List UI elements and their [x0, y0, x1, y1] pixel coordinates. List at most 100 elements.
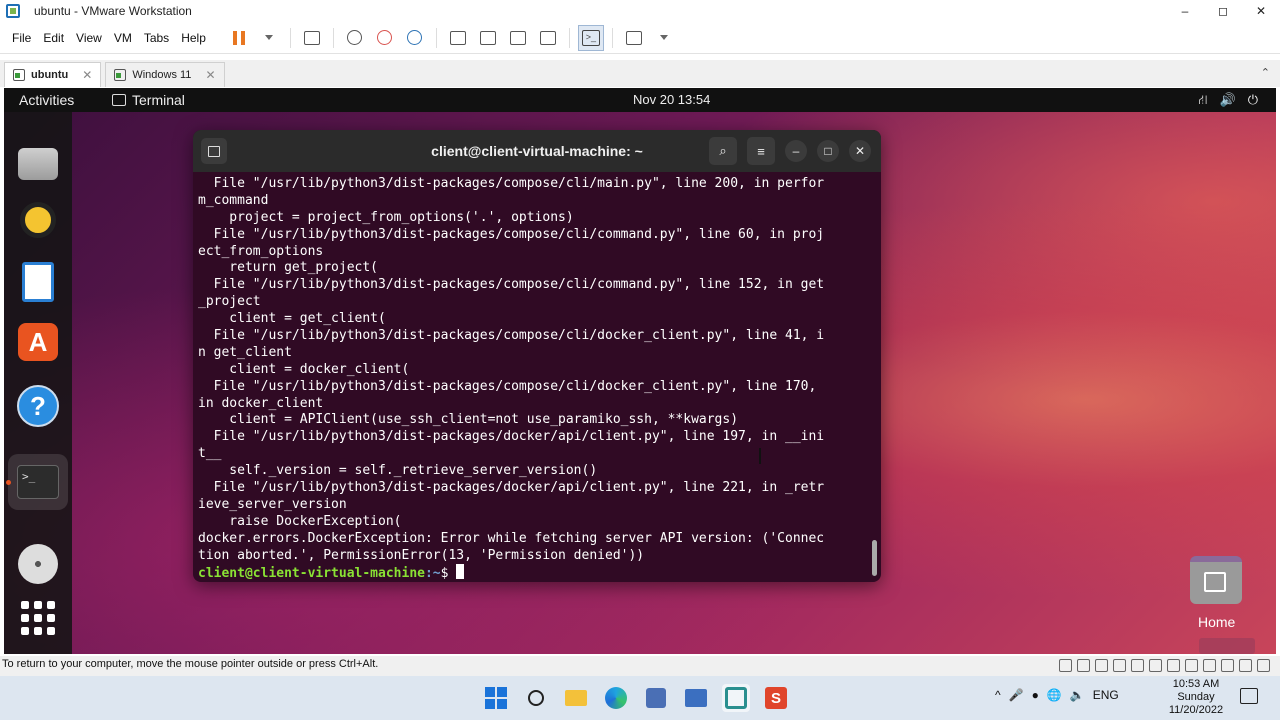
- app-menu[interactable]: Terminal: [112, 92, 185, 108]
- search-icon[interactable]: ⌕: [709, 137, 737, 165]
- cd-icon[interactable]: [1077, 659, 1090, 672]
- network-app-button[interactable]: [682, 684, 710, 712]
- scrollbar[interactable]: [872, 540, 877, 576]
- menu-file[interactable]: File: [6, 31, 37, 45]
- edge-button[interactable]: [602, 684, 630, 712]
- menu-edit[interactable]: Edit: [37, 31, 70, 45]
- unity-button[interactable]: [535, 25, 561, 51]
- tab-windows-11[interactable]: Windows 11 ✕: [105, 62, 225, 87]
- system-menu[interactable]: ⛙ 🔊 ⏻: [1198, 92, 1258, 110]
- globe-icon[interactable]: 🌐: [1047, 688, 1062, 702]
- stretch-button[interactable]: [621, 25, 647, 51]
- terminal-window[interactable]: client@client-virtual-machine: ~ ⌕ ≡ – □…: [193, 130, 881, 582]
- tab-ubuntu[interactable]: ubuntu ✕: [4, 62, 102, 87]
- network-adapter-icon[interactable]: [1095, 659, 1108, 672]
- snapshot-manager-button[interactable]: [402, 25, 428, 51]
- close-icon[interactable]: ✕: [205, 68, 215, 82]
- chevron-up-icon[interactable]: ^: [995, 688, 1001, 702]
- prompt-user: client@client-virtual-machine: [198, 566, 425, 582]
- show-library-button[interactable]: [445, 25, 471, 51]
- hamburger-menu-icon[interactable]: ≡: [747, 137, 775, 165]
- folder-icon: [565, 690, 587, 706]
- sound-icon[interactable]: [1131, 659, 1144, 672]
- show-apps-icon[interactable]: [18, 598, 58, 638]
- terminal-headerbar: client@client-virtual-machine: ~ ⌕ ≡ – □…: [193, 130, 881, 172]
- options-icon[interactable]: [1221, 659, 1234, 672]
- files-icon[interactable]: [18, 148, 58, 180]
- display-icon[interactable]: [1167, 659, 1180, 672]
- terminal-line: _project: [198, 294, 261, 310]
- full-screen-button[interactable]: [505, 25, 531, 51]
- fullscreen-icon[interactable]: [1203, 659, 1216, 672]
- menu-vm[interactable]: VM: [108, 31, 138, 45]
- power-dropdown[interactable]: [256, 25, 282, 51]
- taskbar-clock[interactable]: 10:53 AM Sunday 11/20/2022: [1168, 678, 1224, 717]
- message-icon[interactable]: [1185, 659, 1198, 672]
- thumbnail-bar-button[interactable]: [475, 25, 501, 51]
- console-view-button[interactable]: >_: [577, 24, 604, 51]
- menu-help[interactable]: Help: [175, 31, 212, 45]
- menu-tabs[interactable]: Tabs: [138, 31, 175, 45]
- usb-icon[interactable]: [1113, 659, 1126, 672]
- terminal-line: client = get_client(: [198, 311, 386, 327]
- software-store-icon[interactable]: A: [18, 323, 58, 361]
- guest-screen[interactable]: Activities Terminal Nov 20 13:54 ⛙ 🔊 ⏻ A…: [4, 88, 1276, 654]
- date-time[interactable]: Nov 20 13:54: [633, 92, 710, 107]
- revert-icon: [377, 30, 393, 45]
- stretch-icon[interactable]: [1239, 659, 1252, 672]
- pause-icon: [232, 30, 245, 45]
- user-computer-icon: [646, 688, 666, 708]
- rhythmbox-icon[interactable]: [20, 202, 56, 238]
- start-button[interactable]: [482, 684, 510, 712]
- notification-icon[interactable]: [1240, 688, 1258, 704]
- new-tab-icon: [208, 145, 220, 157]
- terminal-line: File "/usr/lib/python3/dist-packages/com…: [198, 277, 825, 293]
- menu-view[interactable]: View: [70, 31, 108, 45]
- close-button[interactable]: ✕: [849, 140, 871, 162]
- screen-recorder-button[interactable]: S: [762, 684, 790, 712]
- hdd-icon[interactable]: [1059, 659, 1072, 672]
- record-icon[interactable]: ●: [1032, 688, 1039, 702]
- microphone-icon[interactable]: 🎤: [1009, 688, 1024, 702]
- windows-logo-icon: [485, 687, 507, 709]
- chevron-up-icon[interactable]: ⌃: [1261, 66, 1270, 79]
- printer-icon[interactable]: [1149, 659, 1162, 672]
- maximize-button[interactable]: ◻: [1204, 0, 1242, 22]
- help-icon[interactable]: ?: [17, 385, 59, 427]
- terminal-output[interactable]: File "/usr/lib/python3/dist-packages/com…: [193, 172, 881, 581]
- send-ctrl-alt-del-button[interactable]: [299, 25, 325, 51]
- device-icons: [1059, 659, 1270, 672]
- close-icon[interactable]: ✕: [82, 68, 92, 82]
- header-controls: ⌕ ≡ – □ ✕: [709, 137, 871, 165]
- settings-icon[interactable]: [1257, 659, 1270, 672]
- minimize-button[interactable]: –: [785, 140, 807, 162]
- search-button[interactable]: [522, 684, 550, 712]
- revert-snapshot-button[interactable]: [372, 25, 398, 51]
- new-tab-button[interactable]: [201, 138, 227, 164]
- suspend-button[interactable]: [226, 25, 252, 51]
- prompt-symbol: $: [440, 566, 457, 582]
- chevron-down-icon: [264, 35, 273, 40]
- maximize-button[interactable]: □: [817, 140, 839, 162]
- vm-tab-bar: ubuntu ✕ Windows 11 ✕ ⌃: [0, 60, 1280, 87]
- terminal-dock-item[interactable]: >_: [8, 454, 68, 510]
- vmware-taskbar-button[interactable]: [722, 684, 750, 712]
- terminal-line: m_command: [198, 192, 269, 208]
- snapshot-button[interactable]: [342, 25, 368, 51]
- disc-icon[interactable]: [18, 544, 58, 584]
- speaker-icon[interactable]: 🔈: [1070, 688, 1085, 702]
- prompt-line[interactable]: client@client-virtual-machine:~$: [198, 564, 881, 581]
- toolbar-separator: [568, 27, 570, 48]
- file-explorer-button[interactable]: [562, 684, 590, 712]
- home-folder-icon[interactable]: [1190, 556, 1242, 604]
- terminal-line: docker.errors.DockerException: Error whi…: [198, 530, 825, 546]
- minimize-button[interactable]: –: [1166, 0, 1204, 22]
- activities-button[interactable]: Activities: [19, 92, 74, 108]
- language-indicator[interactable]: ENG: [1093, 688, 1119, 702]
- vm-mini-toolbar[interactable]: [1199, 638, 1255, 654]
- stretch-dropdown[interactable]: [651, 25, 677, 51]
- remote-app-button[interactable]: [642, 684, 670, 712]
- snapshot-manager-icon: [407, 30, 423, 45]
- close-button[interactable]: ✕: [1242, 0, 1280, 22]
- writer-icon[interactable]: [22, 262, 54, 302]
